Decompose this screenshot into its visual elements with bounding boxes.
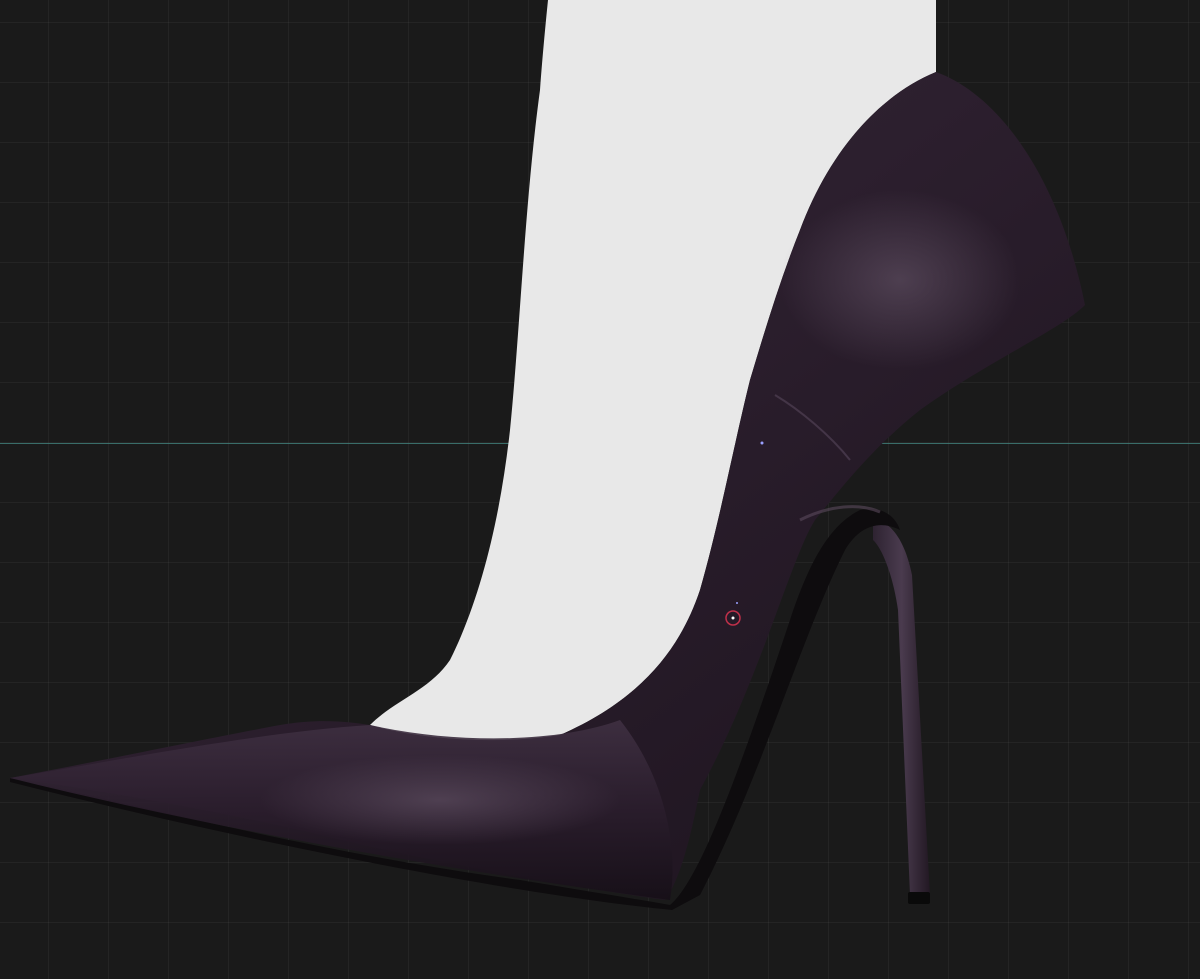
heel-tip bbox=[908, 892, 930, 904]
vertex-dot bbox=[760, 441, 764, 445]
stiletto-heel bbox=[873, 520, 930, 895]
leather-sheen-heel bbox=[780, 190, 1020, 370]
scene-canvas[interactable] bbox=[0, 0, 1200, 979]
viewport-3d[interactable] bbox=[0, 0, 1200, 979]
leather-sheen-vamp bbox=[260, 755, 620, 845]
